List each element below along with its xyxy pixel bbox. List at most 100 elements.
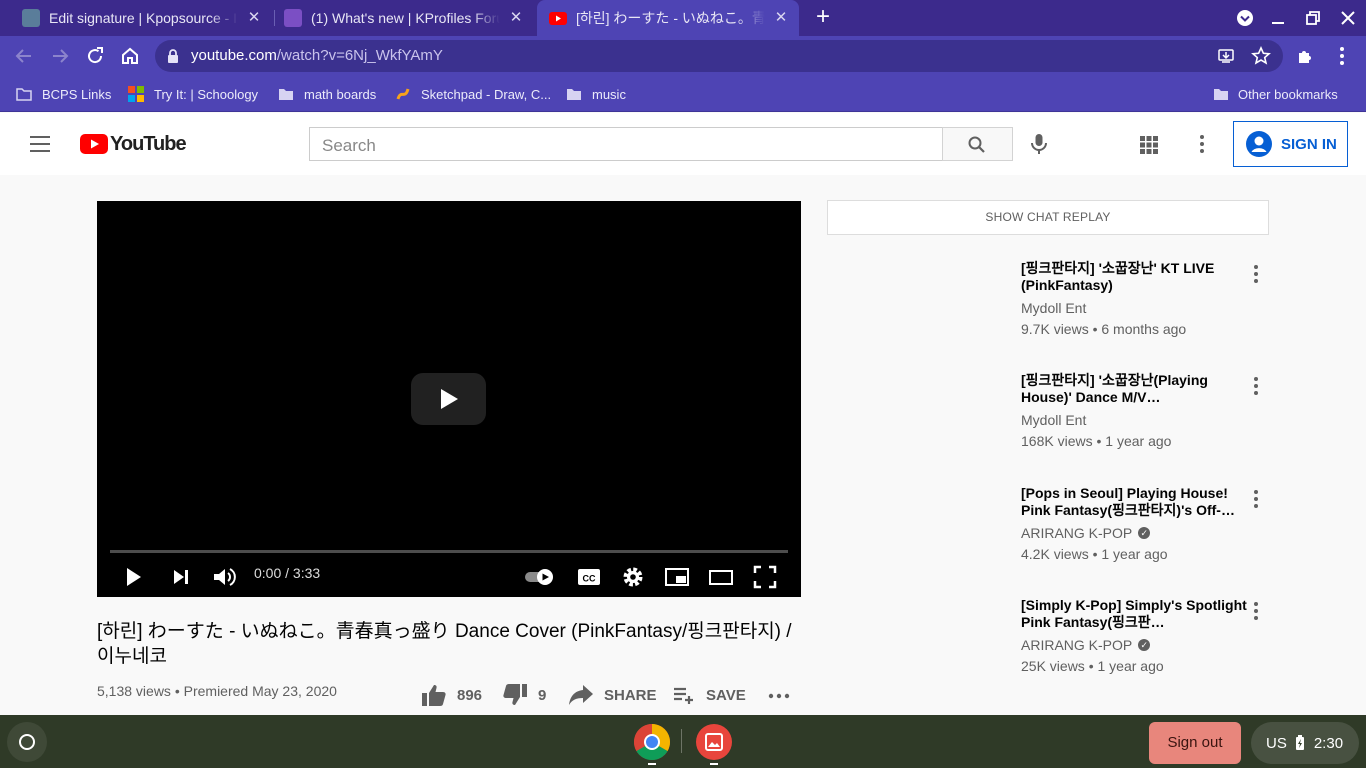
youtube-logo[interactable]: YouTube — [80, 132, 187, 155]
url-text[interactable]: youtube.com/watch?v=6Nj_WkfYAmY — [191, 47, 443, 64]
youtube-header: YouTube Search SIGN IN — [0, 113, 1366, 175]
microphone-icon[interactable] — [1029, 133, 1049, 155]
folder-icon — [567, 89, 581, 100]
dislike-button[interactable]: 9 — [502, 682, 546, 708]
miniplayer-icon[interactable] — [663, 563, 691, 591]
sign-out-button[interactable]: Sign out — [1149, 722, 1241, 764]
minimize-icon[interactable] — [1268, 8, 1288, 28]
bookmark-music[interactable]: music — [566, 84, 626, 104]
bookmark-sketchpad[interactable]: Sketchpad - Draw, C... — [395, 84, 551, 104]
youtube-play-logo-icon — [80, 134, 108, 154]
recommendation-meta: 25K views • 1 year ago — [1021, 658, 1164, 674]
close-window-icon[interactable] — [1338, 8, 1358, 28]
recommendation-menu-icon[interactable] — [1246, 264, 1266, 284]
recommendation-title[interactable]: [Simply K-Pop] Simply's Spotlight Pink F… — [1021, 597, 1251, 631]
bookmark-label: math boards — [304, 86, 377, 102]
theater-mode-icon[interactable] — [707, 563, 735, 591]
close-tab-icon[interactable]: ✕ — [246, 10, 262, 26]
bookmark-bcps-links[interactable]: BCPS Links — [16, 84, 111, 104]
home-icon[interactable] — [118, 44, 142, 68]
save-label: SAVE — [706, 686, 746, 704]
show-chat-replay-button[interactable]: SHOW CHAT REPLAY — [827, 200, 1269, 235]
bookmark-star-icon[interactable] — [1251, 46, 1271, 66]
account-icon — [1246, 131, 1272, 157]
forward-icon[interactable] — [48, 44, 72, 68]
bookmark-schoology[interactable]: Try It: | Schoology — [128, 84, 258, 104]
closed-captions-icon[interactable]: CC — [575, 563, 603, 591]
clock-time: 2:30 — [1313, 734, 1344, 752]
recommendation-channel[interactable]: Mydoll Ent — [1021, 300, 1086, 316]
browser-menu-icon[interactable] — [1330, 44, 1354, 68]
youtube-wordmark: YouTube — [110, 132, 187, 155]
fullscreen-icon[interactable] — [751, 563, 779, 591]
lock-icon[interactable] — [167, 49, 179, 63]
bookmark-math-boards[interactable]: math boards — [278, 84, 376, 104]
tab-youtube-active[interactable]: [하린] わーすた - いぬねこ。青春 ✕ — [537, 0, 799, 36]
progress-bar[interactable] — [110, 550, 788, 553]
status-tray[interactable]: US 2:30 — [1251, 722, 1359, 764]
chrome-app-icon[interactable] — [633, 723, 671, 761]
kpopsource-favicon-icon — [22, 9, 40, 27]
folder-icon — [16, 88, 32, 101]
save-button[interactable]: SAVE — [672, 682, 746, 708]
recommendation-title[interactable]: [핑크판타지] '소꿉장난(Playing House)' Dance M/V… — [1021, 372, 1251, 406]
install-app-icon[interactable] — [1217, 47, 1235, 65]
large-play-button[interactable] — [411, 373, 486, 425]
recommendation-meta: 168K views • 1 year ago — [1021, 433, 1172, 449]
tab-kpopsource[interactable]: Edit signature | Kpopsource - Inte ✕ — [12, 0, 274, 36]
recommendation-menu-icon[interactable] — [1246, 489, 1266, 509]
thumbs-down-icon — [503, 684, 527, 705]
tab-kprofiles[interactable]: (1) What's new | KProfiles Forum ✕ — [276, 0, 536, 36]
sign-in-button[interactable]: SIGN IN — [1233, 121, 1348, 167]
volume-icon[interactable] — [210, 563, 238, 591]
launcher-button[interactable] — [7, 722, 47, 762]
svg-text:CC: CC — [583, 574, 596, 584]
next-video-icon[interactable] — [167, 563, 195, 591]
back-icon[interactable] — [12, 44, 36, 68]
address-bar[interactable]: youtube.com/watch?v=6Nj_WkfYAmY — [155, 40, 1283, 72]
settings-menu-icon[interactable] — [1192, 134, 1212, 154]
settings-gear-icon[interactable] — [619, 563, 647, 591]
reload-icon[interactable] — [83, 44, 107, 68]
recommendation-item[interactable]: [Simply K-Pop] Simply's Spotlight Pink F… — [1021, 597, 1251, 674]
search-input[interactable]: Search — [309, 127, 943, 161]
other-bookmarks[interactable]: Other bookmarks — [1213, 84, 1338, 104]
close-tab-icon[interactable]: ✕ — [773, 10, 789, 26]
recommendation-channel[interactable]: ARIRANG K-POP — [1021, 637, 1132, 653]
new-tab-button[interactable]: + — [812, 5, 834, 29]
share-arrow-icon — [569, 685, 593, 705]
recommendation-item[interactable]: [핑크판타지] '소꿉장난' KT LIVE (PinkFantasy) Myd… — [1021, 260, 1251, 337]
video-title: [하린] わーすた - いぬねこ。青春真っ盛り Dance Cover (Pin… — [97, 621, 792, 667]
restore-icon[interactable] — [1303, 8, 1323, 28]
gallery-app-icon[interactable] — [695, 723, 733, 761]
video-player[interactable]: 0:00 / 3:33 CC — [97, 201, 801, 597]
autoplay-toggle-icon[interactable] — [523, 563, 557, 591]
apps-grid-icon[interactable] — [1139, 135, 1159, 155]
share-label: SHARE — [604, 686, 657, 704]
play-icon[interactable] — [119, 563, 147, 591]
recommendation-item[interactable]: [핑크판타지] '소꿉장난(Playing House)' Dance M/V…… — [1021, 372, 1251, 449]
recommendation-menu-icon[interactable] — [1246, 601, 1266, 621]
hamburger-menu-icon[interactable] — [28, 133, 52, 155]
verified-badge-icon: ✓ — [1138, 527, 1151, 539]
play-icon — [441, 389, 458, 409]
more-actions-icon[interactable] — [767, 689, 791, 703]
recommendation-menu-icon[interactable] — [1246, 376, 1266, 396]
search-button[interactable] — [942, 127, 1013, 161]
like-button[interactable]: 896 — [421, 682, 482, 708]
extensions-puzzle-icon[interactable] — [1294, 44, 1318, 68]
recommendation-channel[interactable]: Mydoll Ent — [1021, 412, 1086, 428]
sign-in-label: SIGN IN — [1281, 135, 1337, 153]
recommendation-title[interactable]: [Pops in Seoul] Playing House! Pink Fant… — [1021, 485, 1251, 519]
tab-search-icon[interactable] — [1235, 8, 1255, 28]
close-tab-icon[interactable]: ✕ — [508, 10, 524, 26]
sketchpad-icon — [396, 88, 410, 100]
recommendation-channel[interactable]: ARIRANG K-POP — [1021, 525, 1132, 541]
like-count: 896 — [457, 686, 483, 704]
recommendation-title[interactable]: [핑크판타지] '소꿉장난' KT LIVE (PinkFantasy) — [1021, 260, 1251, 294]
recommendation-item[interactable]: [Pops in Seoul] Playing House! Pink Fant… — [1021, 485, 1251, 562]
video-time: 0:00 / 3:33 — [254, 565, 321, 581]
share-button[interactable]: SHARE — [568, 682, 657, 708]
dislike-count: 9 — [538, 686, 547, 704]
search-icon — [968, 136, 985, 153]
